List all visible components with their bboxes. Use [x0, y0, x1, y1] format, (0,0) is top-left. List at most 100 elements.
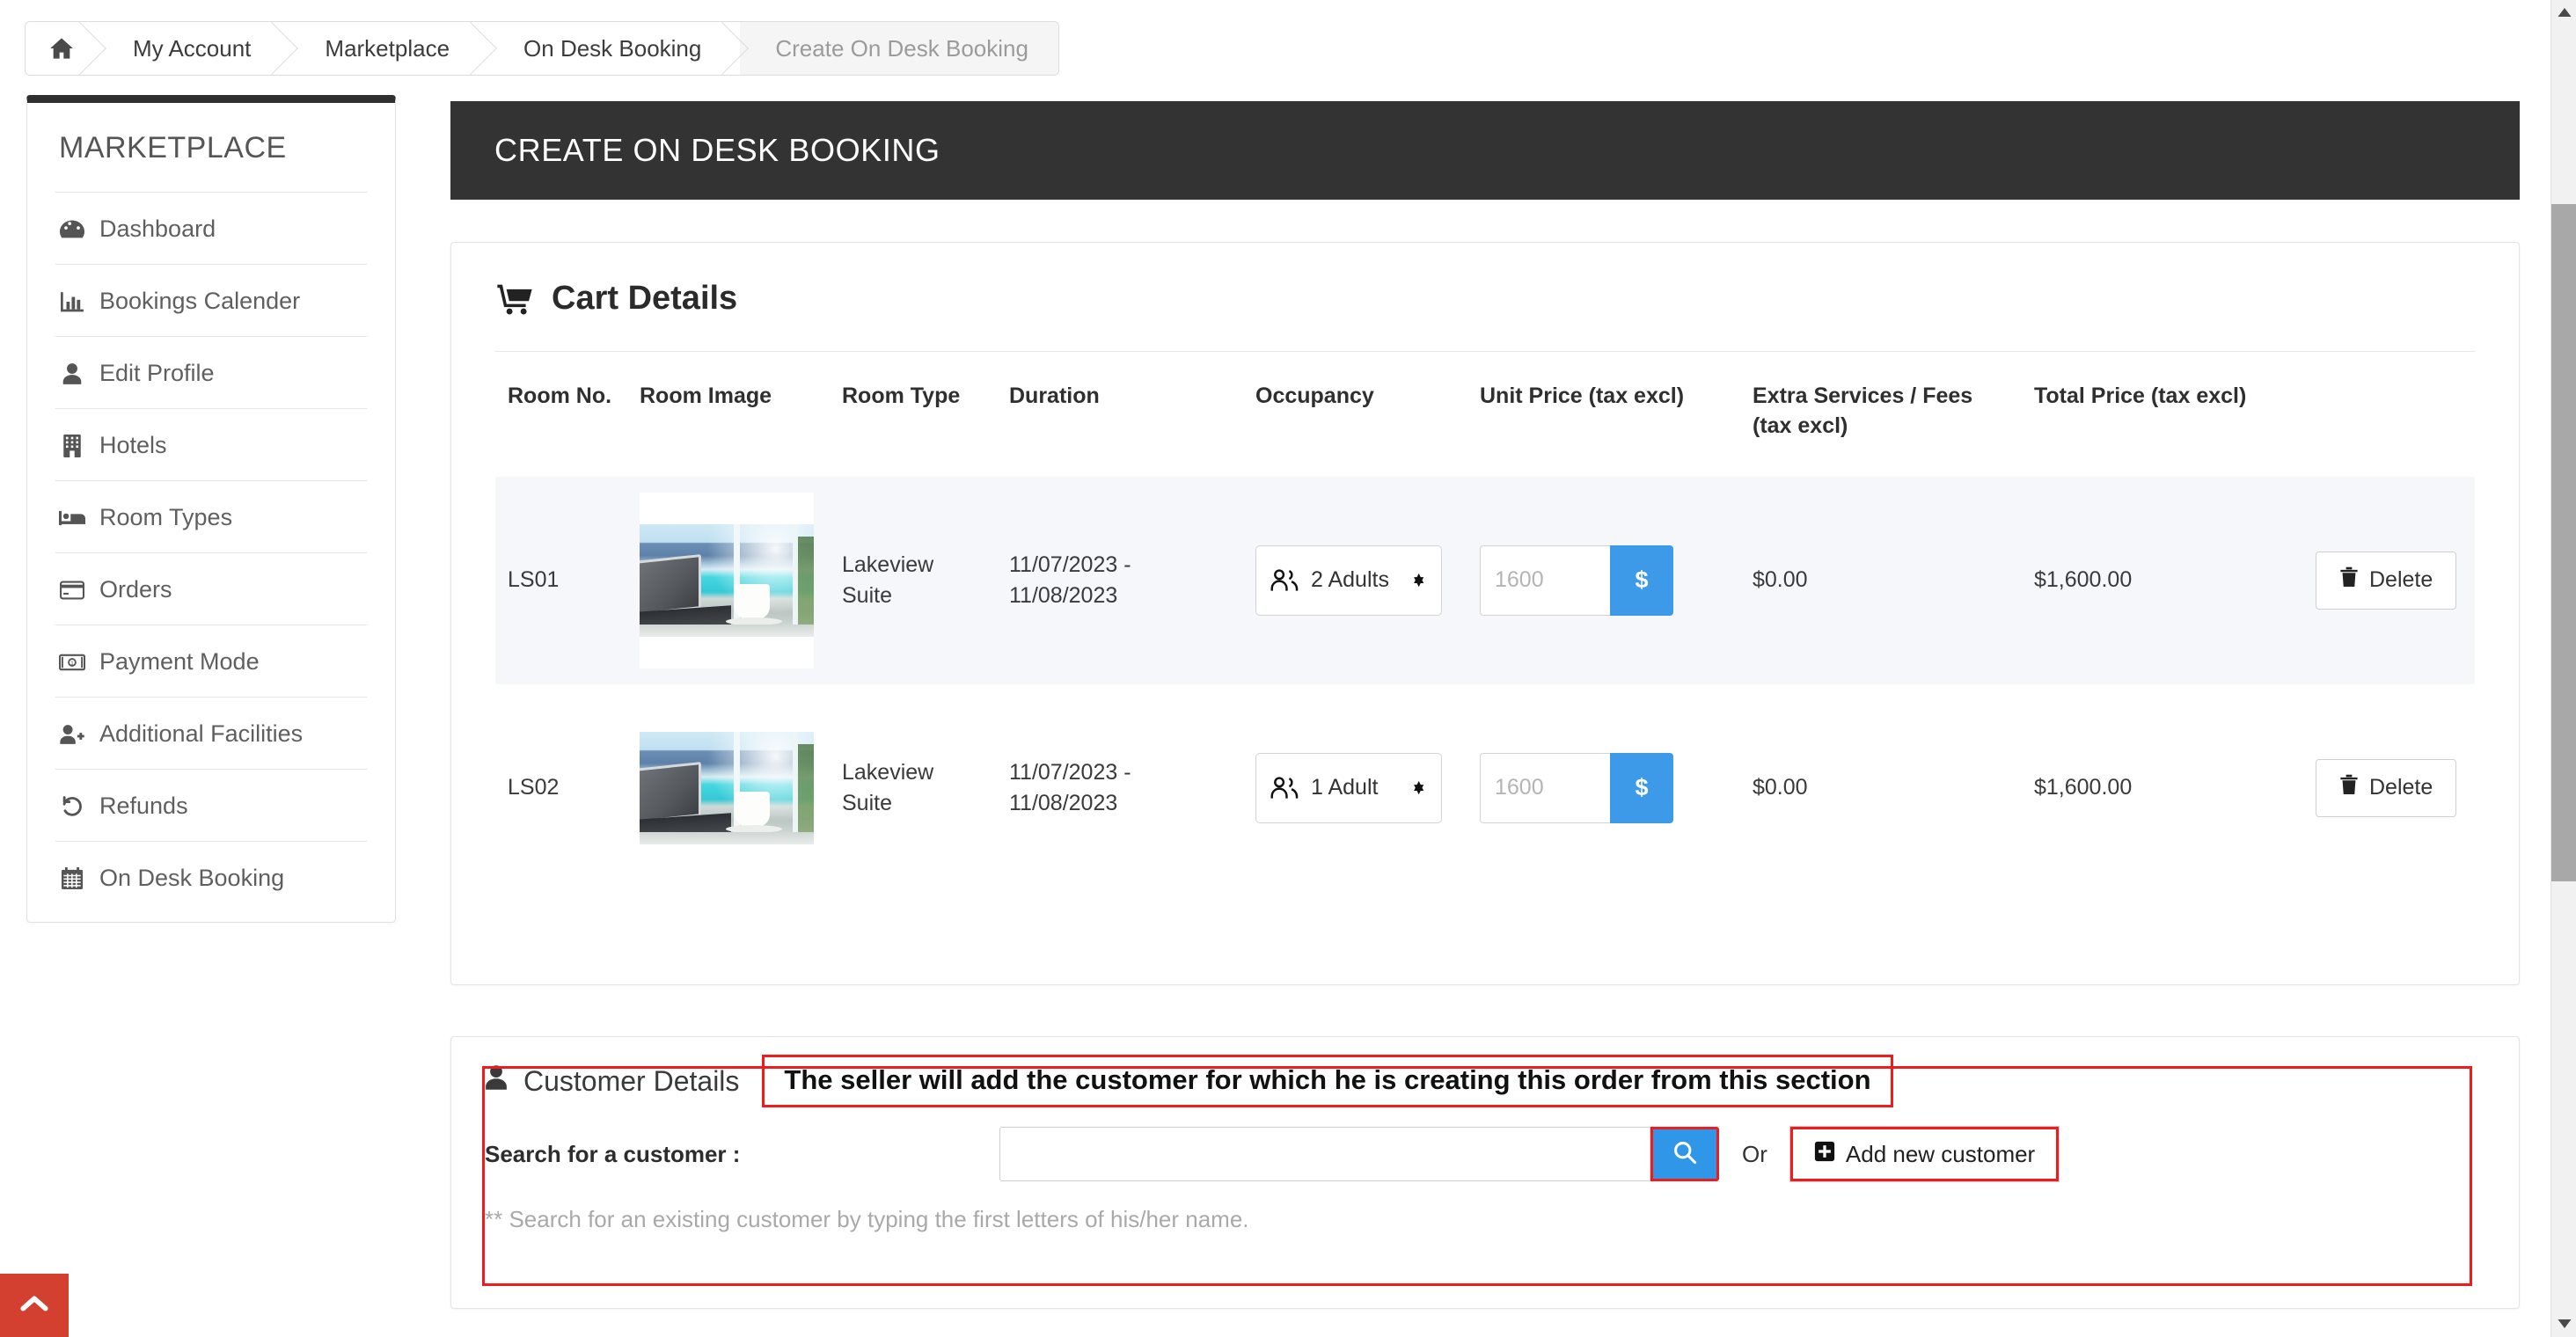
cell-extra-services: $0.00 — [1753, 775, 1808, 800]
sidebar-item-edit-profile[interactable]: Edit Profile — [55, 337, 367, 409]
cell-room-no: LS02 — [508, 775, 560, 800]
breadcrumb-home[interactable] — [26, 22, 98, 75]
cell-total-price: $1,600.00 — [2034, 775, 2133, 800]
col-header-room-image: Room Image — [640, 384, 772, 408]
breadcrumb: My Account Marketplace On Desk Booking C… — [25, 21, 1059, 76]
breadcrumb-label: Create On Desk Booking — [775, 34, 1028, 62]
page-root: My Account Marketplace On Desk Booking C… — [0, 0, 2576, 1337]
sidebar-item-room-types[interactable]: Room Types — [55, 481, 367, 553]
col-header-total-price: Total Price (tax excl) — [2034, 384, 2247, 408]
dashboard-icon — [59, 217, 85, 242]
unit-price-input-group: $ — [1480, 752, 1673, 823]
sidebar-item-bookings-calender[interactable]: Bookings Calender — [55, 265, 367, 337]
bar-chart-icon — [59, 289, 85, 314]
customer-details-content: Customer Details The seller will add the… — [451, 1037, 2519, 1308]
col-header-room-type: Room Type — [842, 384, 961, 408]
delete-button[interactable]: Delete — [2316, 551, 2457, 610]
breadcrumb-item-create-on-desk-booking: Create On Desk Booking — [740, 22, 1058, 75]
sidebar-item-label: Additional Facilities — [99, 720, 304, 747]
cell-room-type: Lakeview Suite — [830, 476, 997, 684]
trash-icon — [2339, 566, 2359, 594]
user-icon — [485, 1064, 508, 1098]
building-icon — [59, 434, 85, 458]
trash-icon — [2339, 774, 2359, 801]
people-icon — [1270, 776, 1299, 800]
delete-button-label: Delete — [2369, 775, 2433, 800]
vertical-scrollbar[interactable] — [2550, 0, 2576, 1337]
add-new-customer-label: Add new customer — [1845, 1140, 2036, 1167]
breadcrumb-item-marketplace[interactable]: Marketplace — [289, 22, 489, 75]
occupancy-select[interactable]: 2 Adults ▲ ▼ — [1255, 544, 1442, 616]
sidebar-item-label: Room Types — [99, 504, 233, 530]
customer-details-title: Customer Details — [485, 1064, 739, 1098]
occupancy-select[interactable]: 1 Adult ▲ ▼ — [1255, 752, 1442, 823]
col-header-duration: Duration — [1009, 384, 1100, 408]
sidebar-item-on-desk-booking[interactable]: On Desk Booking — [55, 842, 367, 922]
sidebar-item-label: Hotels — [99, 432, 167, 458]
sidebar-item-label: Dashboard — [99, 216, 216, 242]
scroll-to-top-button[interactable] — [0, 1274, 69, 1337]
scrollbar-thumb[interactable] — [2551, 204, 2576, 881]
search-customer-label: Search for a customer : — [485, 1140, 741, 1167]
delete-button[interactable]: Delete — [2316, 758, 2457, 817]
caret-up-icon — [2558, 5, 2572, 21]
cell-duration: 11/07/2023 - 11/08/2023 — [1009, 759, 1131, 815]
customer-search-hint: ** Search for an existing customer by ty… — [485, 1206, 1249, 1232]
cell-unit-price: $ — [1467, 684, 1740, 892]
credit-card-icon — [59, 578, 85, 603]
cell-actions: Delete — [2303, 476, 2475, 684]
unit-price-input[interactable] — [1480, 544, 1610, 616]
spinner-arrows-icon: ▲ ▼ — [1410, 776, 1427, 799]
sidebar-item-hotels[interactable]: Hotels — [55, 409, 367, 481]
scrollbar-down-button[interactable] — [2551, 1311, 2576, 1337]
undo-icon — [59, 794, 85, 819]
col-header-occupancy: Occupancy — [1255, 384, 1374, 408]
add-new-customer-button[interactable]: Add new customer — [1789, 1127, 2060, 1181]
shopping-cart-icon — [497, 283, 532, 315]
customer-search-group — [999, 1127, 1719, 1181]
annotation-callout: The seller will add the customer for whi… — [762, 1055, 1893, 1107]
cart-table: Room No. Room Image Room Type Duration O… — [495, 352, 2475, 892]
cell-occupancy: 1 Adult ▲ ▼ — [1243, 684, 1467, 892]
cell-extra-services: $0.00 — [1740, 476, 2022, 684]
currency-addon-button[interactable]: $ — [1610, 544, 1673, 616]
scrollbar-up-button[interactable] — [2551, 0, 2576, 26]
sidebar-item-refunds[interactable]: Refunds — [55, 770, 367, 842]
col-header-unit-price: Unit Price (tax excl) — [1480, 384, 1685, 408]
customer-search-row: Search for a customer : Or Add new custo… — [485, 1107, 2485, 1181]
money-bill-icon: 1 — [59, 650, 85, 675]
cell-total-price: $1,600.00 — [2022, 476, 2303, 684]
user-icon — [59, 362, 85, 386]
cart-details-panel: Cart Details Room No. Room Image Room Ty… — [450, 242, 2520, 985]
sidebar-item-label: On Desk Booking — [99, 865, 285, 891]
sidebar-item-label: Refunds — [99, 793, 188, 819]
chevron-up-icon — [19, 1293, 49, 1319]
breadcrumb-label: Marketplace — [325, 34, 450, 62]
sidebar-item-additional-facilities[interactable]: Additional Facilities — [55, 698, 367, 770]
user-plus-icon — [59, 722, 85, 747]
breadcrumb-item-on-desk-booking[interactable]: On Desk Booking — [488, 22, 741, 75]
cell-room-type: Lakeview Suite — [842, 759, 934, 815]
sidebar: MARKETPLACE Dashboard Bookings Calender … — [26, 95, 396, 923]
occupancy-value: 2 Adults — [1311, 567, 1389, 592]
page-title: CREATE ON DESK BOOKING — [494, 132, 940, 168]
unit-price-input-group: $ — [1480, 544, 1673, 616]
home-icon — [48, 36, 75, 61]
cart-table-body: LS01 Lakeview Suite 11/07/2023 - 11/08/2… — [495, 476, 2475, 892]
cart-table-head: Room No. Room Image Room Type Duration O… — [495, 352, 2475, 477]
sidebar-item-label: Payment Mode — [99, 648, 260, 675]
unit-price-input[interactable] — [1480, 752, 1610, 823]
breadcrumb-label: On Desk Booking — [523, 34, 702, 62]
search-icon — [1672, 1140, 1697, 1169]
svg-text:1: 1 — [70, 661, 74, 667]
customer-search-input[interactable] — [999, 1127, 1650, 1181]
sidebar-item-dashboard[interactable]: Dashboard — [55, 193, 367, 265]
sidebar-item-orders[interactable]: Orders — [55, 553, 367, 625]
cell-room-no: LS01 — [495, 476, 627, 684]
customer-search-button[interactable] — [1650, 1127, 1719, 1181]
currency-addon-button[interactable]: $ — [1610, 752, 1673, 823]
cell-room-image — [627, 684, 830, 892]
breadcrumb-item-my-account[interactable]: My Account — [98, 22, 290, 75]
sidebar-item-payment-mode[interactable]: 1 Payment Mode — [55, 625, 367, 698]
cell-actions: Delete — [2303, 684, 2475, 892]
